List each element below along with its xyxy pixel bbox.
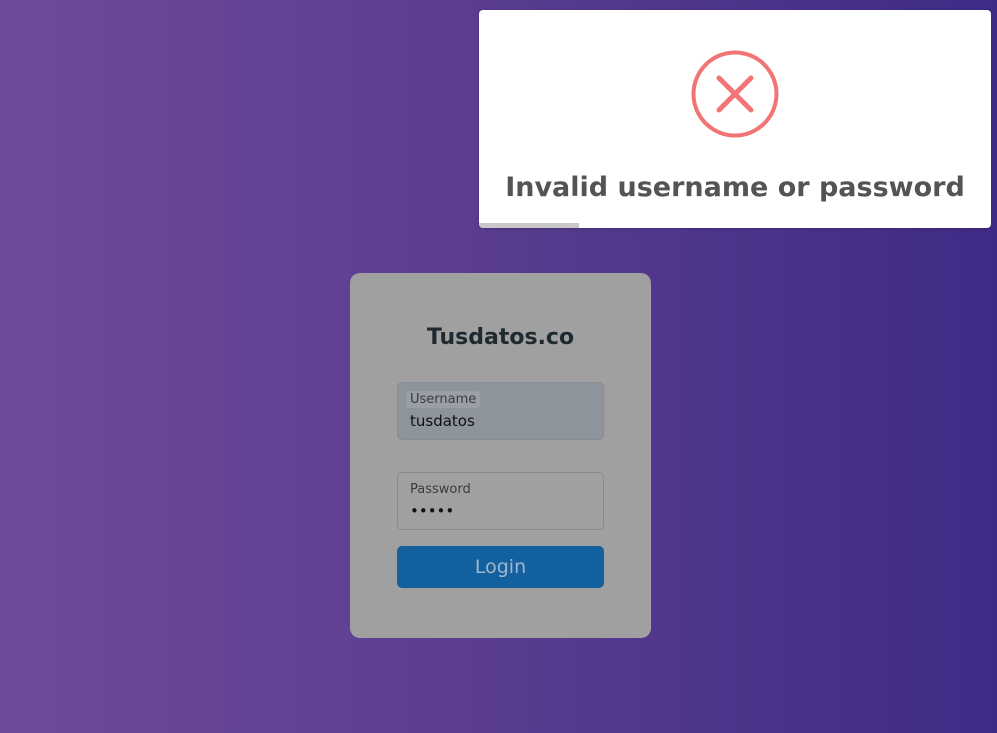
login-button[interactable]: Login (397, 546, 604, 588)
toast-timer-progress (479, 223, 579, 228)
error-x-circle-icon (691, 50, 779, 138)
username-field[interactable]: Username (397, 382, 604, 440)
password-label: Password (410, 482, 471, 497)
username-label: Username (406, 391, 481, 408)
error-message: Invalid username or password (505, 172, 965, 203)
login-title: Tusdatos.co (426, 325, 575, 350)
username-input[interactable] (410, 412, 590, 430)
password-field[interactable]: Password ••••• (397, 472, 604, 530)
login-card: Tusdatos.co Username Password ••••• Logi… (350, 273, 651, 638)
error-toast: Invalid username or password (479, 10, 991, 228)
password-input[interactable]: ••••• (410, 502, 590, 520)
